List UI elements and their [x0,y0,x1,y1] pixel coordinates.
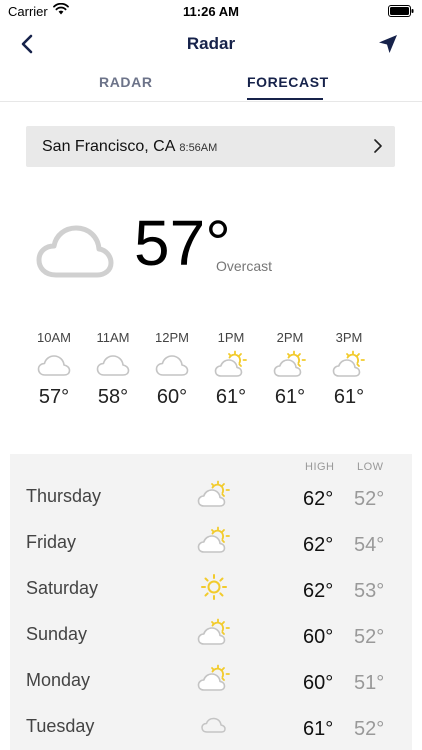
clock: 11:26 AM [183,4,239,19]
cloud-icon [201,717,226,733]
active-tab-indicator [247,98,323,100]
low-column-header: LOW [357,461,384,473]
partly-sunny-icon [273,350,306,377]
chevron-right-icon [374,139,382,153]
day-name: Tuesday [26,716,95,736]
hourly-item: 1PM 61° [201,330,261,409]
day-low-temp: 54° [354,534,385,556]
page-title: Radar [186,34,236,53]
nav-bar: Radar [0,22,422,66]
city-name: San Francisco, CA [42,138,176,155]
daily-row[interactable]: Thursday 62° 52° [10,474,412,520]
hour-label: 1PM [217,330,245,345]
day-name: Saturday [26,578,99,598]
daily-row[interactable]: Saturday 62° 53° [10,566,412,612]
cloud-icon [36,225,114,278]
day-high-temp: 60° [303,672,334,694]
day-name: Thursday [26,486,102,506]
location-time: 8:56AM [179,142,218,154]
daily-row[interactable]: Tuesday 61° 52° [10,704,412,750]
day-low-temp: 52° [354,626,385,648]
day-high-temp: 62° [303,488,334,510]
partly-sunny-icon [197,480,230,507]
cloud-icon [37,355,71,376]
tab-forecast[interactable]: FORECAST [247,74,329,90]
location-selector[interactable]: San Francisco, CA 8:56AM [26,126,395,167]
hourly-forecast[interactable]: 10AM 57° 11AM 58° 12PM 60° 1PM 61° 2PM 6… [24,330,422,430]
tab-radar[interactable]: RADAR [99,74,153,90]
hourly-item: 12PM 60° [142,330,202,409]
tab-bar: RADAR FORECAST [0,66,422,102]
day-low-temp: 52° [354,718,385,740]
daily-forecast: HIGH LOW Thursday 62° 52° Friday 62° 54°… [10,454,412,750]
hourly-item: 10AM 57° [24,330,84,409]
current-condition: Overcast [216,258,273,274]
day-name: Monday [26,670,91,690]
day-high-temp: 62° [303,580,334,602]
battery-icon [388,5,414,17]
partly-sunny-icon [214,350,247,377]
day-low-temp: 51° [354,672,385,694]
day-low-temp: 52° [354,488,385,510]
daily-row[interactable]: Friday 62° 54° [10,520,412,566]
hourly-item: 2PM 61° [260,330,320,409]
day-high-temp: 60° [303,626,334,648]
cloud-icon [155,355,189,376]
hourly-item: 11AM 58° [83,330,143,409]
cloud-icon [96,355,130,376]
hour-temp: 60° [156,386,188,408]
hour-temp: 58° [97,386,129,408]
hourly-item: 3PM 61° [319,330,379,409]
hour-temp: 61° [215,386,247,408]
partly-sunny-icon [197,618,230,645]
hour-temp: 61° [274,386,306,408]
daily-row[interactable]: Sunday 60° 52° [10,612,412,658]
navigation-arrow-icon[interactable] [376,32,400,56]
day-name: Sunday [26,624,88,644]
hour-label: 3PM [335,330,363,345]
hour-label: 12PM [155,330,189,345]
status-bar: Carrier 11:26 AM [0,0,422,22]
daily-row[interactable]: Monday 60° 51° [10,658,412,704]
hour-temp: 61° [333,386,365,408]
partly-sunny-icon [332,350,365,377]
hour-label: 2PM [276,330,304,345]
partly-sunny-icon [197,664,230,691]
hour-temp: 57° [38,386,70,408]
day-high-temp: 62° [303,534,334,556]
partly-sunny-icon [197,526,230,553]
day-low-temp: 53° [354,580,385,602]
high-column-header: HIGH [305,461,335,473]
hour-label: 11AM [96,330,130,345]
day-high-temp: 61° [303,718,334,740]
hour-label: 10AM [37,330,71,345]
sun-icon [201,574,227,600]
day-name: Friday [26,532,77,552]
location-city: San Francisco, CA 8:56AM [42,138,217,156]
